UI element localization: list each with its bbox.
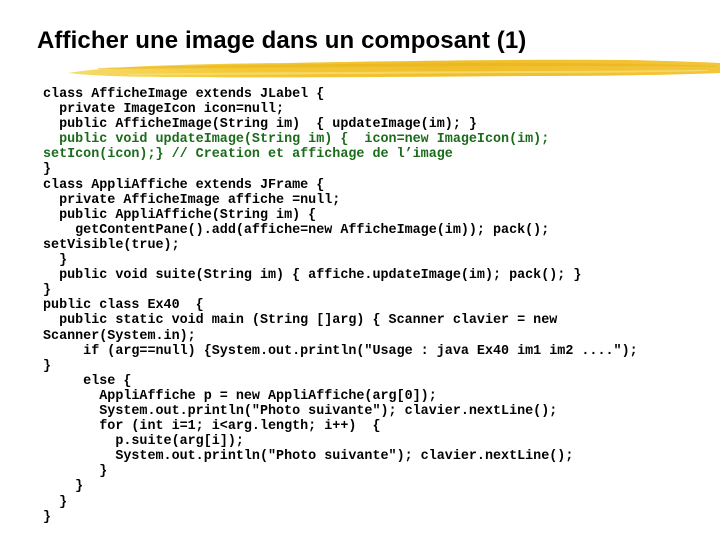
code-line: else {	[43, 373, 132, 389]
code-line: System.out.println("Photo suivante"); cl…	[43, 403, 558, 419]
code-line: getContentPane().add(affiche=new Affiche…	[43, 222, 550, 238]
code-line-highlighted: public void updateImage(String im) { ico…	[43, 132, 550, 148]
code-line: class AppliAffiche extends JFrame {	[43, 177, 325, 193]
code-line: }	[43, 464, 108, 480]
code-line: p.suite(arg[i]);	[43, 434, 244, 450]
code-line: for (int i=1; i<arg.length; i++) {	[43, 419, 381, 435]
code-line: }	[43, 494, 68, 510]
code-line: System.out.println("Photo suivante"); cl…	[43, 449, 574, 465]
code-line: }	[43, 162, 52, 178]
code-line: Scanner(System.in);	[43, 328, 196, 344]
code-line: class AfficheImage extends JLabel {	[43, 87, 325, 102]
code-line: }	[43, 253, 68, 269]
code-line: public class Ex40 {	[43, 298, 204, 314]
code-line: public AfficheImage(String im) { updateI…	[43, 117, 477, 133]
code-line: private ImageIcon icon=null;	[43, 102, 285, 118]
code-line: }	[43, 509, 52, 525]
code-line: }	[43, 283, 52, 299]
code-line: }	[43, 358, 52, 374]
code-line: AppliAffiche p = new AppliAffiche(arg[0]…	[43, 388, 437, 404]
code-line: private AfficheImage affiche =null;	[43, 192, 341, 208]
code-line: public void suite(String im) { affiche.u…	[43, 268, 582, 284]
code-line: setVisible(true);	[43, 237, 180, 253]
code-line-highlighted: setIcon(icon);} // Creation et affichage…	[43, 147, 453, 163]
code-line: }	[43, 479, 84, 495]
code-line: public static void main (String []arg) {…	[43, 313, 558, 329]
slide: Afficher une image dans un composant (1)…	[0, 0, 720, 540]
slide-title: Afficher une image dans un composant (1)	[37, 27, 527, 54]
code-line: public AppliAffiche(String im) {	[43, 207, 317, 223]
code-listing: class AfficheImage extends JLabel { priv…	[43, 87, 638, 525]
code-line: if (arg==null) {System.out.println("Usag…	[43, 343, 638, 359]
brush-stroke-underline	[68, 59, 720, 78]
